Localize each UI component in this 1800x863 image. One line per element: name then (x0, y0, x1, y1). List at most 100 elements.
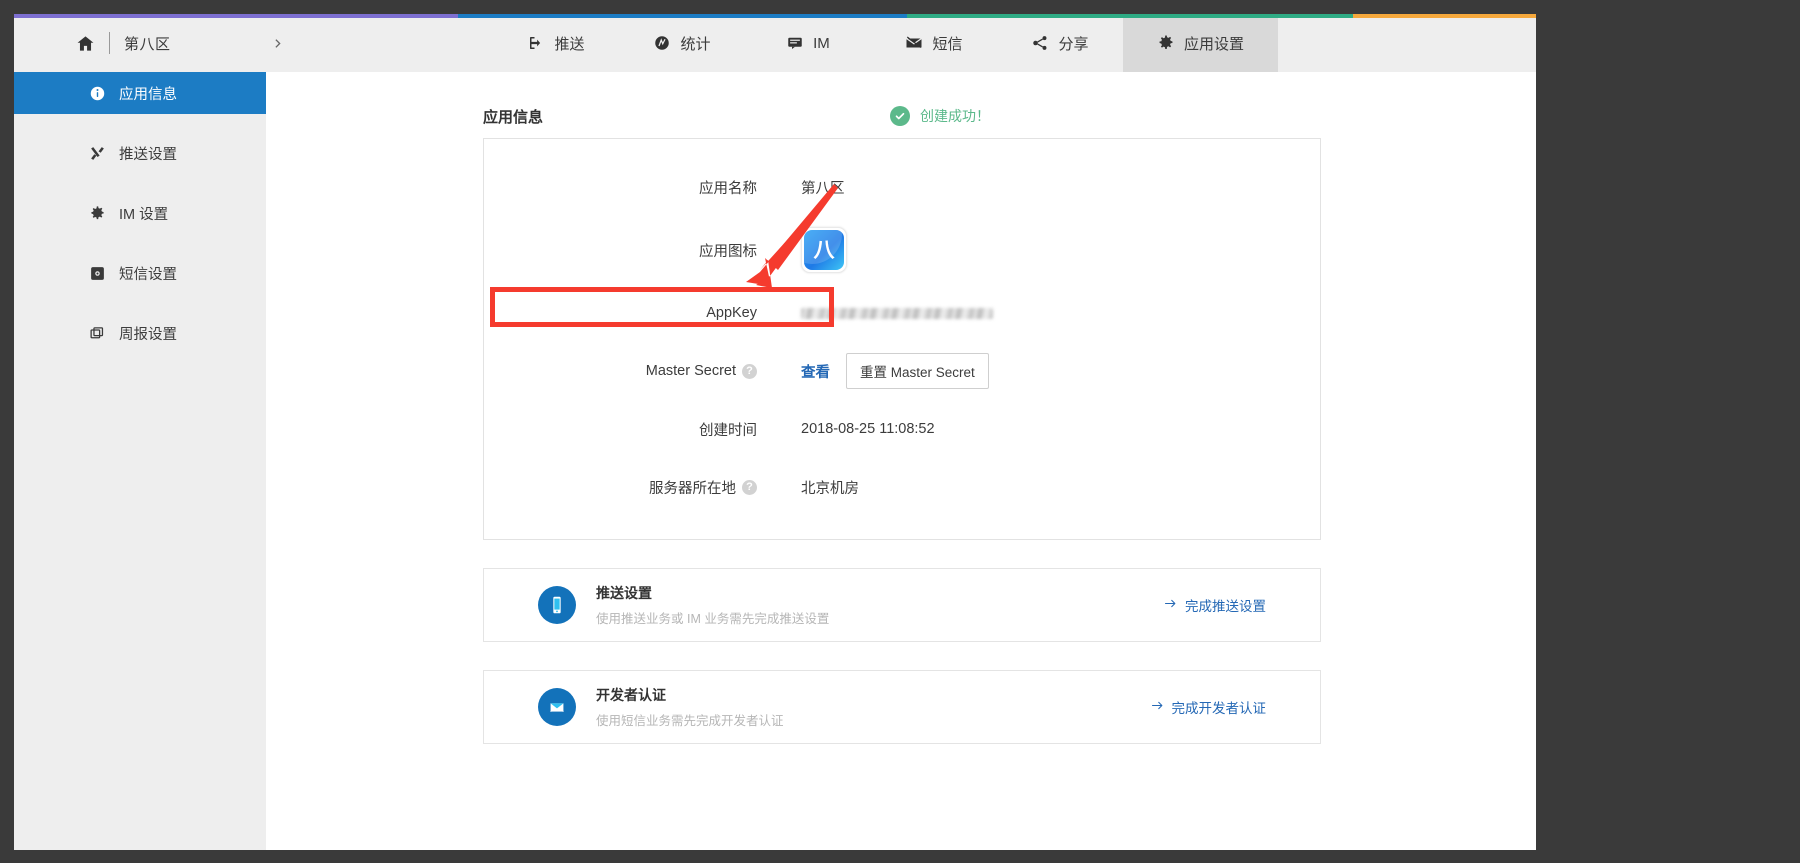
page-title: 应用信息 (483, 106, 543, 127)
sms-icon (905, 34, 923, 52)
task-card-开发者认证[interactable]: 开发者认证使用短信业务需先完成开发者认证 完成开发者认证 (483, 670, 1321, 744)
nav-item-IM[interactable]: IM (745, 14, 871, 72)
breadcrumb: 第八区 (14, 14, 284, 72)
page-body: 应用信息推送设置 IM 设置短信设置周报设置 应用信息 创建成功！ 应用名称 第八区… (14, 72, 1536, 850)
nav-item-label: 统计 (680, 33, 710, 54)
info-row-value (801, 308, 993, 319)
task-card-text: 推送设置使用推送业务或 IM 业务需先完成推送设置 (596, 583, 829, 627)
sidebar-item-label: 短信设置 (119, 263, 177, 284)
sidebar-item-label: 应用信息 (119, 83, 177, 104)
info-row-服务器所在地: 服务器所在地? 北京机房 (484, 469, 1320, 505)
sidebar-item-IM-设置[interactable]: IM 设置 (14, 192, 266, 234)
nav-item-label: 短信 (932, 33, 962, 54)
info-row-value-text: 2018-08-25 11:08:52 (801, 421, 935, 437)
reset-master-secret-button[interactable]: 重置 Master Secret (846, 353, 989, 389)
arrow-right-icon (1150, 698, 1165, 716)
info-row-value-text: 北京机房 (801, 477, 859, 498)
main-content: 应用信息 创建成功！ 应用名称 第八区应用图标 八 AppKey Master Secr… (266, 72, 1536, 850)
info-row-value-text: 第八区 (801, 177, 845, 198)
tools-icon (88, 145, 106, 162)
success-message: 创建成功！ (890, 106, 990, 126)
info-row-创建时间: 创建时间 2018-08-25 11:08:52 (484, 411, 1320, 447)
view-master-secret-link[interactable]: 查看 (801, 361, 830, 382)
sidebar: 应用信息推送设置 IM 设置短信设置周报设置 (14, 72, 266, 850)
app-icon[interactable]: 八 (801, 227, 847, 273)
info-row-label: 应用名称 (639, 177, 757, 198)
info-row-label-text: 创建时间 (699, 419, 757, 440)
copies-icon (88, 325, 106, 342)
task-card-action-label: 完成推送设置 (1185, 595, 1266, 615)
app-icon-graphic: 八 (804, 230, 844, 270)
nav-item-统计[interactable]: 统计 (619, 14, 745, 72)
info-row-应用图标: 应用图标 八 (484, 227, 1320, 273)
info-row-label-text: 应用图标 (699, 240, 757, 261)
home-icon[interactable] (76, 34, 95, 53)
app-window: 第八区 推送 统计 IM 短信 分享 应用设置 应用信息推送设置 IM 设置短信设置周报设置… (14, 14, 1536, 850)
info-row-应用名称: 应用名称 第八区 (484, 169, 1320, 205)
appkey-value-redacted[interactable] (801, 308, 993, 319)
task-card-title: 推送设置 (596, 583, 829, 603)
arrow-right-icon (1163, 596, 1178, 614)
chat-icon (786, 34, 804, 52)
info-row-label: 服务器所在地? (639, 477, 757, 498)
nav-item-label: 应用设置 (1184, 33, 1244, 54)
app-icon-glyph: 八 (814, 240, 835, 261)
info-row-label-text: 应用名称 (699, 177, 757, 198)
nav-item-label: IM (813, 35, 830, 52)
mobile-phone-icon (538, 586, 576, 624)
sidebar-item-短信设置[interactable]: 短信设置 (14, 252, 266, 294)
stats-icon (653, 34, 671, 52)
info-row-label: 应用图标 (639, 240, 757, 261)
task-card-title: 开发者认证 (596, 685, 784, 705)
gear-icon (1157, 34, 1175, 52)
info-row-label: 创建时间 (639, 419, 757, 440)
breadcrumb-app-name[interactable]: 第八区 (124, 33, 171, 54)
nav-item-分享[interactable]: 分享 (997, 14, 1123, 72)
share-icon (1031, 34, 1049, 52)
content-header: 应用信息 创建成功！ (266, 72, 1536, 134)
sidebar-item-应用信息[interactable]: 应用信息 (14, 72, 266, 114)
main-nav: 推送 统计 IM 短信 分享 应用设置 (493, 14, 1536, 72)
sidebar-item-label: 周报设置 (119, 323, 177, 344)
info-row-value: 2018-08-25 11:08:52 (801, 421, 935, 437)
settings-icon (88, 265, 106, 282)
info-icon (88, 85, 106, 102)
check-circle-icon (890, 106, 910, 126)
info-row-value: 八 (801, 227, 847, 273)
info-row-label: AppKey (639, 305, 757, 321)
accent-strip (14, 14, 1536, 18)
sidebar-item-周报设置[interactable]: 周报设置 (14, 312, 266, 354)
task-card-action-link[interactable]: 完成开发者认证 (1150, 697, 1299, 717)
info-row-label-text: 服务器所在地 (649, 477, 736, 498)
task-card-subtitle: 使用推送业务或 IM 业务需先完成推送设置 (596, 608, 829, 627)
nav-item-短信[interactable]: 短信 (871, 14, 997, 72)
task-card-推送设置[interactable]: 推送设置使用推送业务或 IM 业务需先完成推送设置 完成推送设置 (483, 568, 1321, 642)
accent-segment-teal (907, 14, 1353, 18)
info-row-value: 查看重置 Master Secret (801, 353, 989, 389)
nav-item-应用设置[interactable]: 应用设置 (1123, 14, 1278, 72)
info-row-label-text: AppKey (706, 305, 757, 321)
task-card-action-label: 完成开发者认证 (1172, 697, 1267, 717)
accent-segment-orange (1353, 14, 1536, 18)
task-cards: 推送设置使用推送业务或 IM 业务需先完成推送设置 完成推送设置开发者认证使用短信… (266, 568, 1536, 744)
push-icon (527, 34, 545, 52)
question-mark-icon[interactable]: ? (742, 364, 757, 379)
accent-segment-purple (14, 14, 458, 18)
chevron-right-icon[interactable] (271, 37, 284, 50)
nav-item-label: 推送 (554, 33, 584, 54)
success-text: 创建成功！ (920, 106, 990, 126)
info-row-Master-Secret: Master Secret? 查看重置 Master Secret (484, 353, 1320, 389)
info-row-AppKey: AppKey (484, 295, 1320, 331)
sidebar-item-推送设置[interactable]: 推送设置 (14, 132, 266, 174)
sidebar-item-label: 推送设置 (119, 143, 177, 164)
task-card-action-link[interactable]: 完成推送设置 (1163, 595, 1298, 615)
accent-segment-blue (458, 14, 907, 18)
task-card-text: 开发者认证使用短信业务需先完成开发者认证 (596, 685, 784, 729)
breadcrumb-divider (109, 32, 110, 54)
question-mark-icon[interactable]: ? (742, 480, 757, 495)
nav-item-推送[interactable]: 推送 (493, 14, 619, 72)
info-row-label: Master Secret? (639, 363, 757, 379)
top-bar: 第八区 推送 统计 IM 短信 分享 应用设置 (14, 14, 1536, 72)
envelope-icon (538, 688, 576, 726)
nav-item-label: 分享 (1058, 33, 1088, 54)
